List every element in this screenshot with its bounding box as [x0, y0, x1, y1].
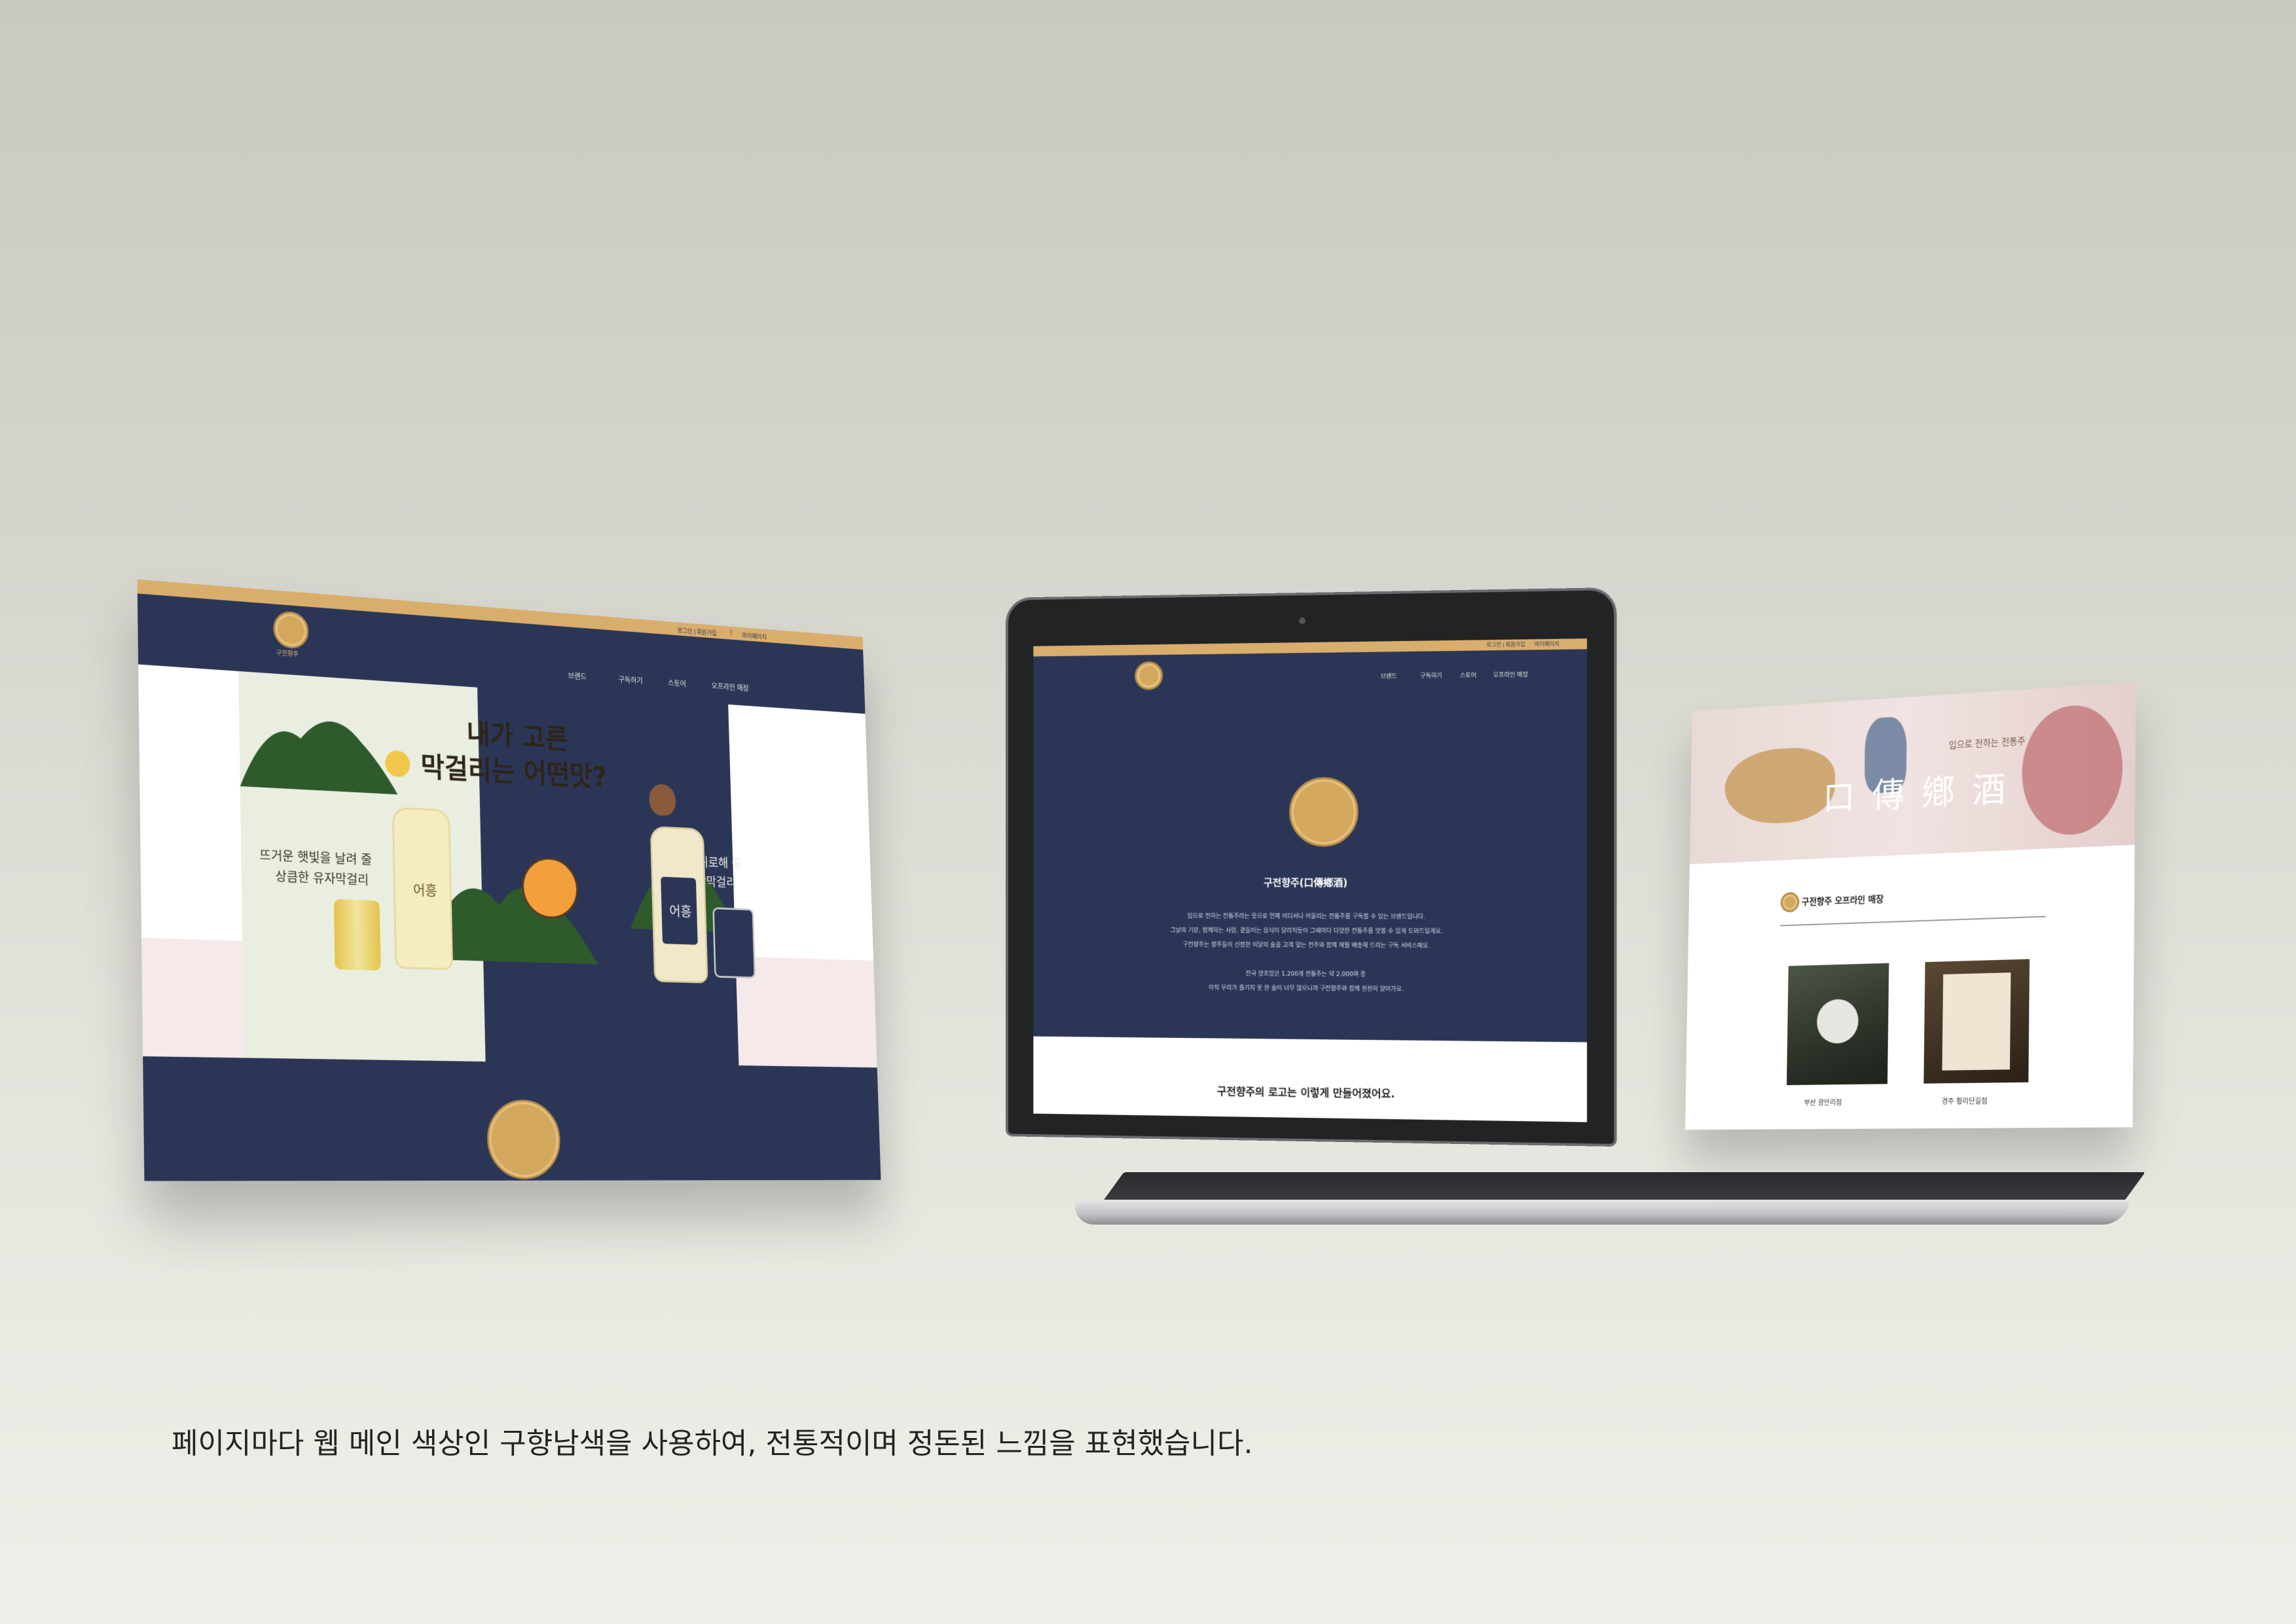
laptop-keyboard — [1102, 1172, 2145, 1202]
section-title: 구전향주 오프라인 매장 — [1801, 894, 1884, 908]
laptop-title: 구전향주(口傳鄕酒) — [1264, 876, 1348, 889]
laptop-body: 입으로 전하는 전통주라는 뜻으로 언제 어디서나 어울리는 전통주를 구독할 … — [1033, 909, 1587, 954]
gyeongju-sign-icon — [1942, 972, 2011, 1071]
yuzu-can — [333, 898, 381, 971]
hero-painting: 口 傳 鄕 酒 입으로 전하는 전통주 — [1689, 682, 2136, 864]
laptop-login-link[interactable]: 로그인 | 회원가입 — [1487, 640, 1525, 648]
laptop-nav-store[interactable]: 스토어 — [1460, 671, 1476, 679]
brand-word: 어흥 — [518, 959, 587, 1007]
laptop-nav-brand[interactable]: 브랜드 — [1381, 671, 1397, 680]
left-website-mockup: 로그인 | 회원가입 | 마이페이지 구전향주 브랜드 구독하기 스토어 오프라… — [137, 579, 881, 1181]
laptop-logo-section: 구전향주의 로고는 이렇게 만들어졌어요. — [1033, 1036, 1588, 1122]
section-divider — [1780, 915, 2046, 927]
store-section: 구전향주 오프라인 매장 부산 광안리점 경주 황리단길점 — [1685, 845, 2135, 1130]
webcam-icon — [1299, 618, 1305, 625]
laptop-body2: 전국 양조장은 1,200개 전통주는 약 2,000여 종 아직 우리가 즐기… — [1033, 965, 1587, 998]
chestnut-bottle: 어흥 — [649, 826, 708, 984]
laptop-center-seal-icon — [1289, 777, 1358, 847]
yuzu-bottle: 어흥 — [392, 806, 454, 970]
laptop-body2-line2: 아직 우리가 즐기지 못 한 술이 너무 많으니까 구전향주와 함께 천천히 알… — [1209, 984, 1404, 993]
hero-banner: 내가 고른 막걸리는 어떤맛? 뜨거운 햇빛을 날려 줄 상큼한 유자막걸리 지… — [238, 671, 756, 1066]
busan-window-logo-icon — [1816, 999, 1859, 1044]
laptop-nav-offline[interactable]: 오프라인 매장 — [1493, 670, 1528, 679]
laptop-body-line1: 입으로 전하는 전통주라는 뜻으로 언제 어디서나 어울리는 전통주를 구독할 … — [1187, 913, 1426, 921]
topbar-divider: | — [730, 629, 732, 637]
section-seal-icon — [1780, 892, 1800, 913]
laptop-lid: 로그인 | 회원가입 마이페이지 브랜드 구독하기 스토어 오프라인 매장 구전… — [1006, 587, 1617, 1147]
caption-text: 페이지마다 웹 메인 색상인 구향남색을 사용하여, 전통적이며 정돈된 느낌을… — [172, 1427, 1253, 1460]
plum-blossom-icon — [2021, 702, 2123, 838]
chestnut-can — [712, 907, 756, 979]
laptop-base — [1071, 1200, 2130, 1225]
store-photo-busan[interactable] — [1787, 963, 1889, 1086]
laptop-logo-icon[interactable] — [1135, 661, 1163, 690]
logo-section — [143, 1056, 881, 1181]
laptop-website: 로그인 | 회원가입 마이페이지 브랜드 구독하기 스토어 오프라인 매장 구전… — [1033, 638, 1588, 1122]
nav-store[interactable]: 스토어 — [668, 678, 686, 689]
banner-subtitle: 입으로 전하는 전통주 — [1948, 736, 2026, 751]
laptop-body-line3: 구전향주는 향주들이 선정한 이달의 술을 고객 맞는 전주와 함께 매월 배송… — [1182, 942, 1430, 950]
logo-seal-icon[interactable] — [272, 610, 309, 650]
chestnut-bottle-label: 어흥 — [669, 904, 692, 920]
footer-seal-icon — [486, 1099, 562, 1179]
laptop-mypage-link[interactable]: 마이페이지 — [1535, 640, 1559, 648]
mypage-link[interactable]: 마이페이지 — [742, 631, 767, 641]
yuzu-bottle-label: 어흥 — [412, 882, 437, 900]
right-website-mockup: 口 傳 鄕 酒 입으로 전하는 전통주 구전향주 오프라인 매장 부산 광안리점… — [1685, 682, 2136, 1130]
yuzu-copy-line2: 상큼한 유자막걸리 — [275, 868, 369, 888]
laptop-nav-subscribe[interactable]: 구독하기 — [1420, 671, 1442, 679]
nav-offline[interactable]: 오프라인 매장 — [712, 681, 750, 693]
hills-left-icon — [239, 716, 398, 795]
store-name-gyeongju[interactable]: 경주 황리단길점 — [1942, 1096, 1988, 1106]
tiger-painting-icon — [1724, 745, 1836, 826]
banner-title: 口 傳 鄕 酒 — [1823, 769, 2010, 819]
laptop-hero: 브랜드 구독하기 스토어 오프라인 매장 구전향주(口傳鄕酒) 입으로 전하는 … — [1033, 649, 1588, 1043]
store-photo-gyeongju[interactable] — [1923, 959, 2030, 1084]
logo-text: 구전향주 — [276, 650, 299, 659]
laptop-footer-heading: 구전향주의 로고는 이렇게 만들어졌어요. — [1216, 1085, 1395, 1100]
nav-subscribe[interactable]: 구독하기 — [618, 674, 643, 686]
nav-brand[interactable]: 브랜드 — [568, 671, 587, 682]
store-name-busan[interactable]: 부산 광안리점 — [1804, 1097, 1842, 1107]
